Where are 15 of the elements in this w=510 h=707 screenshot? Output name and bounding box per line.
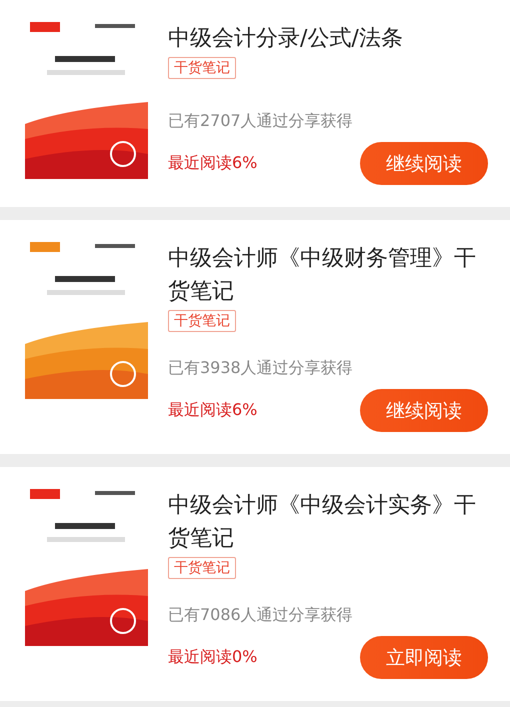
tag-label: 干货笔记	[168, 57, 236, 79]
tag-label: 干货笔记	[168, 557, 236, 579]
read-button[interactable]: 立即阅读	[360, 636, 488, 679]
last-read-text: 最近阅读6%	[168, 153, 258, 174]
tag-label: 干货笔记	[168, 310, 236, 332]
book-title: 中级会计师《中级财务管理》干货笔记	[168, 245, 477, 306]
book-title: 中级会计分录/公式/法条	[168, 25, 404, 53]
share-count: 已有2707人通过分享获得	[168, 111, 354, 132]
book-title: 中级会计师《中级会计实务》干货笔记	[168, 492, 477, 553]
last-read-text: 最近阅读0%	[168, 647, 258, 668]
read-button[interactable]: 继续阅读	[360, 389, 488, 432]
last-read-text: 最近阅读6%	[168, 400, 258, 421]
share-count: 已有3938人通过分享获得	[168, 358, 354, 379]
read-button[interactable]: 继续阅读	[360, 142, 488, 185]
share-count: 已有7086人通过分享获得	[168, 605, 354, 626]
